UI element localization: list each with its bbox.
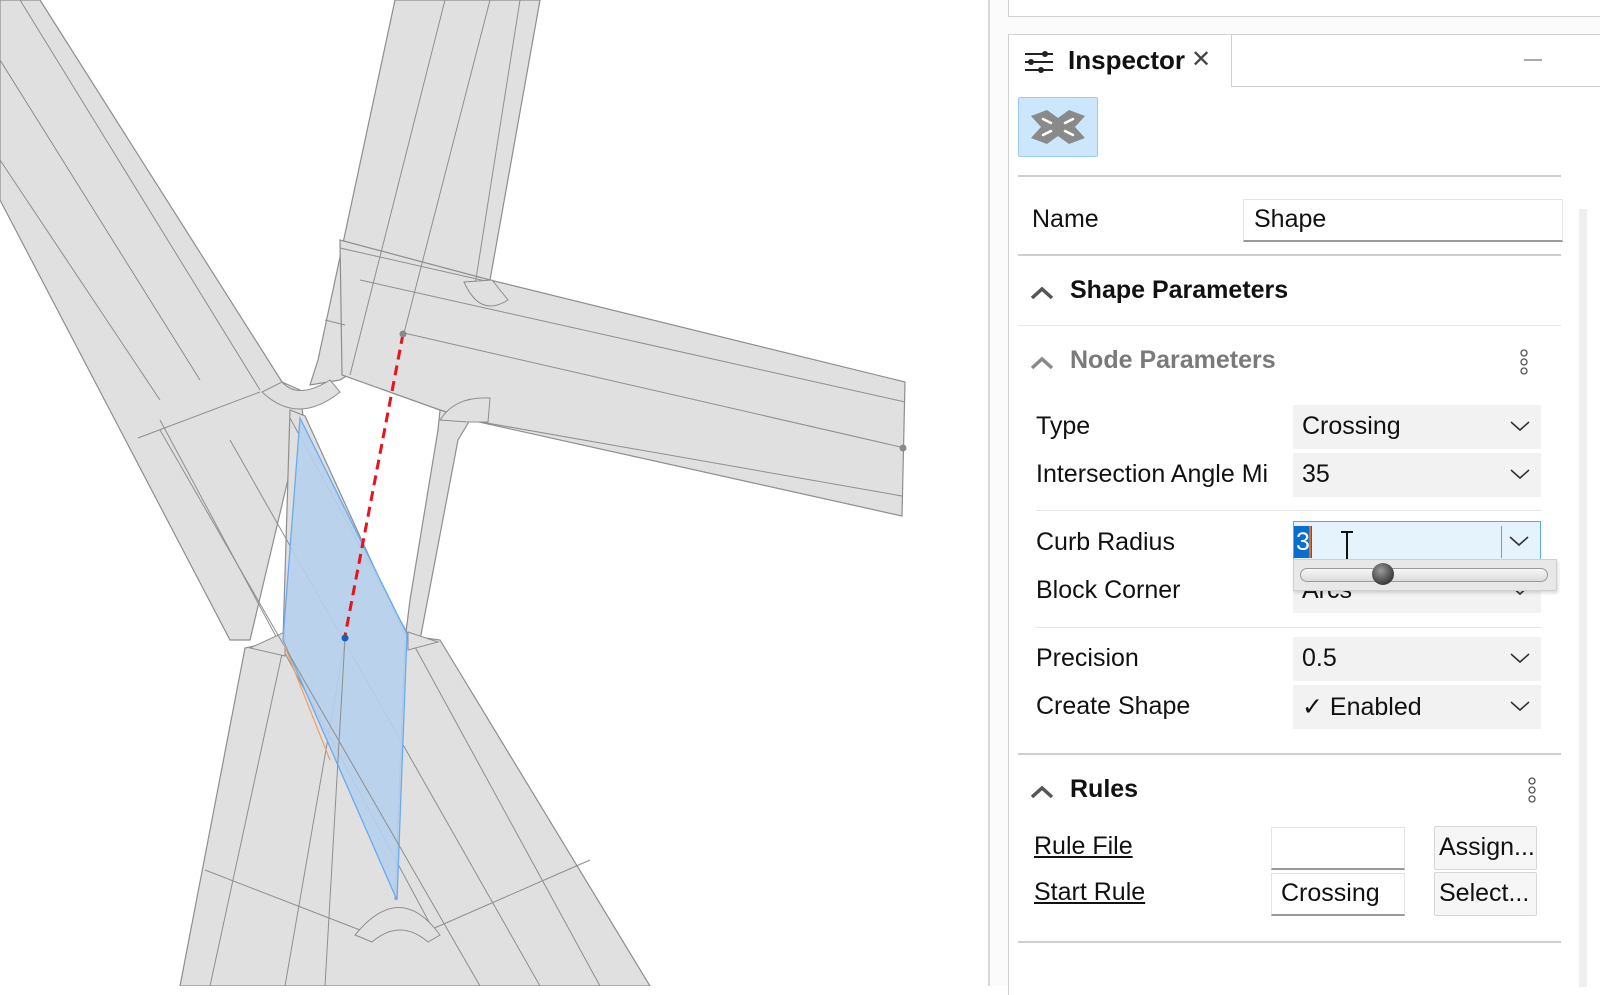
- divider: [1036, 510, 1541, 511]
- create-shape-dropdown[interactable]: ✓ Enabled: [1293, 685, 1541, 729]
- section-title-shape-parameters[interactable]: Shape Parameters: [1070, 276, 1288, 305]
- object-type-button[interactable]: [1018, 97, 1098, 157]
- crossing-shape-icon: [1031, 110, 1085, 144]
- slider-track[interactable]: [1300, 568, 1548, 582]
- more-options-icon[interactable]: [1519, 349, 1529, 377]
- name-label: Name: [1032, 205, 1099, 233]
- create-shape-label: Create Shape: [1036, 692, 1191, 720]
- scrollbar[interactable]: [1579, 209, 1587, 987]
- chevron-up-icon[interactable]: [1029, 784, 1055, 800]
- chevron-up-icon[interactable]: [1029, 355, 1055, 371]
- chevron-down-icon[interactable]: [1508, 534, 1530, 548]
- section-title-rules[interactable]: Rules: [1070, 775, 1138, 804]
- intersection-angle-dropdown[interactable]: 35: [1293, 453, 1541, 497]
- start-rule-value: Crossing: [1281, 879, 1380, 907]
- sliders-icon: [1025, 51, 1053, 73]
- dropdown-separator: [1501, 526, 1502, 558]
- curb-radius-slider-popup: [1293, 559, 1557, 591]
- selected-node[interactable]: [341, 634, 349, 642]
- 3d-viewport[interactable]: [0, 0, 988, 986]
- select-button[interactable]: Select...: [1434, 872, 1537, 916]
- intersection-angle-value: 35: [1302, 460, 1330, 488]
- assign-button-label: Assign...: [1439, 833, 1535, 861]
- precision-label: Precision: [1036, 644, 1139, 672]
- curb-radius-input[interactable]: 3: [1293, 521, 1541, 563]
- precision-value: 0.5: [1302, 644, 1337, 672]
- assign-button[interactable]: Assign...: [1434, 826, 1537, 870]
- road-segment-connector[interactable]: [404, 409, 471, 641]
- name-input[interactable]: Shape: [1243, 199, 1563, 242]
- rule-file-link[interactable]: Rule File: [1034, 832, 1133, 861]
- chevron-down-icon: [1510, 421, 1530, 432]
- tab-title: Inspector: [1068, 45, 1186, 75]
- divider: [1018, 753, 1561, 755]
- inspector-panel: Inspector ✕ Name Shape Shape Parameters …: [1008, 34, 1600, 995]
- section-title-node-parameters[interactable]: Node Parameters: [1070, 346, 1276, 375]
- more-options-icon[interactable]: [1527, 777, 1537, 805]
- start-rule-input[interactable]: Crossing: [1271, 873, 1405, 916]
- divider: [1018, 175, 1561, 177]
- side-panel: Inspector ✕ Name Shape Shape Parameters …: [990, 0, 1600, 995]
- divider: [1018, 254, 1561, 256]
- intersection-angle-label: Intersection Angle Mi: [1036, 460, 1269, 488]
- road-segment-northwest[interactable]: [0, 0, 304, 641]
- block-corner-label: Block Corner: [1036, 576, 1181, 604]
- name-value: Shape: [1254, 205, 1327, 233]
- divider: [1018, 941, 1561, 943]
- divider: [1018, 325, 1561, 326]
- type-label: Type: [1036, 412, 1091, 440]
- precision-dropdown[interactable]: 0.5: [1293, 637, 1541, 681]
- start-rule-link[interactable]: Start Rule: [1034, 878, 1145, 907]
- chevron-up-icon[interactable]: [1029, 285, 1055, 301]
- text-caret: [1309, 526, 1311, 558]
- chevron-down-icon: [1510, 653, 1530, 664]
- chevron-down-icon: [1510, 469, 1530, 480]
- inspector-tabbar: Inspector ✕: [1009, 35, 1600, 87]
- divider: [1036, 627, 1541, 628]
- tab-inspector[interactable]: Inspector ✕: [1009, 35, 1232, 87]
- node-handle[interactable]: [899, 444, 907, 452]
- slider-thumb[interactable]: [1371, 563, 1394, 585]
- rule-file-input[interactable]: [1271, 827, 1405, 870]
- upper-panel: [1008, 0, 1600, 17]
- chevron-down-icon: [1510, 701, 1530, 712]
- create-shape-value: ✓ Enabled: [1302, 693, 1422, 721]
- select-button-label: Select...: [1439, 879, 1530, 907]
- road-network-canvas[interactable]: [0, 0, 988, 986]
- tabbar-border: [1231, 86, 1600, 87]
- curb-radius-label: Curb Radius: [1036, 528, 1175, 556]
- type-value: Crossing: [1302, 412, 1401, 440]
- type-dropdown[interactable]: Crossing: [1293, 405, 1541, 449]
- road-segment-east[interactable]: [339, 239, 906, 517]
- minimize-icon[interactable]: [1524, 59, 1542, 61]
- node-handle[interactable]: [399, 330, 407, 338]
- close-icon[interactable]: ✕: [1191, 47, 1211, 71]
